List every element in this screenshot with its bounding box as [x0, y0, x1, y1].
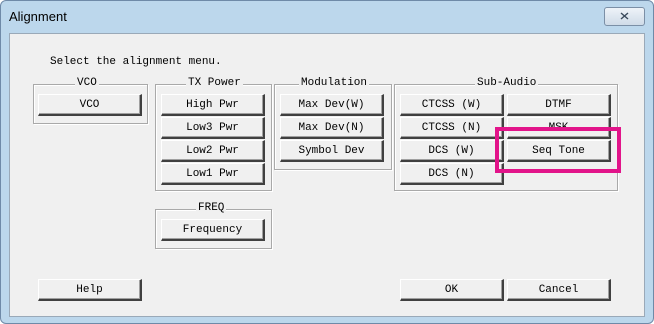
vco-group-label: VCO — [75, 77, 99, 89]
close-button[interactable] — [604, 7, 645, 26]
cancel-button[interactable]: Cancel — [507, 279, 611, 301]
dtmf-button[interactable]: DTMF — [507, 94, 611, 116]
seq-tone-highlight — [495, 127, 621, 173]
ctcss-n-button[interactable]: CTCSS (N) — [400, 117, 504, 139]
high-pwr-button[interactable]: High Pwr — [161, 94, 265, 116]
symbol-dev-button[interactable]: Symbol Dev — [280, 140, 384, 162]
ok-button[interactable]: OK — [400, 279, 504, 301]
window-title: Alignment — [9, 9, 67, 24]
freq-group-label: FREQ — [196, 202, 227, 214]
title-bar: Alignment — [1, 1, 653, 33]
low2-pwr-button[interactable]: Low2 Pwr — [161, 140, 265, 162]
alignment-window: Alignment Select the alignment menu. VCO… — [0, 0, 654, 324]
ctcss-w-button[interactable]: CTCSS (W) — [400, 94, 504, 116]
dialog-body: Select the alignment menu. VCO VCO TX Po… — [9, 33, 645, 317]
instruction-text: Select the alignment menu. — [50, 56, 222, 68]
low3-pwr-button[interactable]: Low3 Pwr — [161, 117, 265, 139]
help-button[interactable]: Help — [38, 279, 142, 301]
close-x-icon — [620, 12, 629, 20]
frequency-button[interactable]: Frequency — [161, 219, 265, 241]
sub-audio-group-label: Sub-Audio — [475, 77, 539, 89]
vco-button[interactable]: VCO — [38, 94, 142, 116]
tx-power-group-label: TX Power — [186, 77, 243, 89]
low1-pwr-button[interactable]: Low1 Pwr — [161, 163, 265, 185]
dcs-w-button[interactable]: DCS (W) — [400, 140, 504, 162]
max-dev-n-button[interactable]: Max Dev(N) — [280, 117, 384, 139]
dcs-n-button[interactable]: DCS (N) — [400, 163, 504, 185]
modulation-group-label: Modulation — [299, 77, 370, 89]
max-dev-w-button[interactable]: Max Dev(W) — [280, 94, 384, 116]
